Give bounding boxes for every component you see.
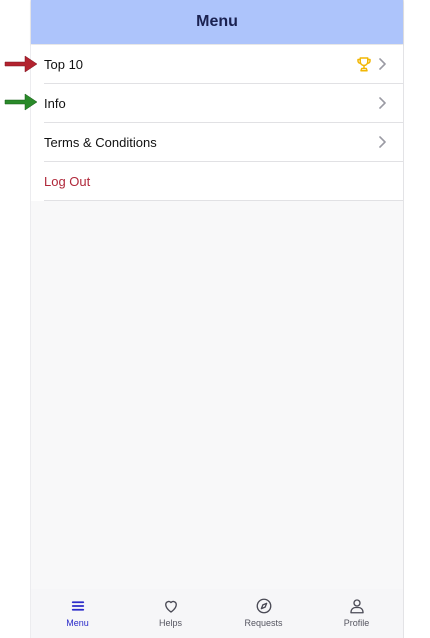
header-bar: Menu: [31, 0, 403, 44]
app-window: Menu Top 10 Info Terms & Conditions Log …: [31, 0, 403, 638]
green-arrow-annotation: [4, 93, 38, 111]
bottom-tab-bar: Menu Helps Requests Profile: [31, 589, 403, 638]
menu-item-label: Top 10: [44, 56, 84, 72]
trophy-icon: [357, 57, 371, 72]
empty-content-area: [31, 201, 403, 589]
menu-list: Top 10 Info Terms & Conditions Log Out: [31, 45, 403, 201]
tab-label: Profile: [343, 618, 370, 628]
menu-item-info[interactable]: Info: [44, 84, 403, 123]
menu-item-label: Log Out: [44, 173, 91, 189]
tab-menu[interactable]: Menu: [31, 589, 124, 638]
menu-icon: [71, 601, 84, 611]
tab-label: Requests: [244, 618, 283, 628]
chevron-right-icon: [379, 136, 386, 148]
heart-icon: [164, 600, 177, 613]
tab-profile[interactable]: Profile: [310, 589, 403, 638]
menu-item-label: Terms & Conditions: [44, 134, 157, 150]
tab-requests[interactable]: Requests: [217, 589, 310, 638]
menu-item-top-10[interactable]: Top 10: [44, 45, 403, 84]
navigation-icon: [256, 598, 271, 614]
chevron-right-icon: [379, 97, 386, 109]
red-arrow-annotation: [4, 55, 38, 73]
tab-label: Menu: [66, 618, 89, 628]
menu-item-label: Info: [44, 95, 66, 111]
user-icon: [349, 599, 364, 614]
screen: Menu Top 10 Info Terms & Conditions Log …: [0, 0, 430, 638]
chevron-right-icon: [379, 58, 386, 70]
page-title: Menu: [196, 13, 238, 30]
tab-label: Helps: [158, 618, 182, 628]
menu-item-terms[interactable]: Terms & Conditions: [44, 123, 403, 162]
tab-helps[interactable]: Helps: [124, 589, 217, 638]
menu-item-log-out[interactable]: Log Out: [44, 162, 403, 201]
